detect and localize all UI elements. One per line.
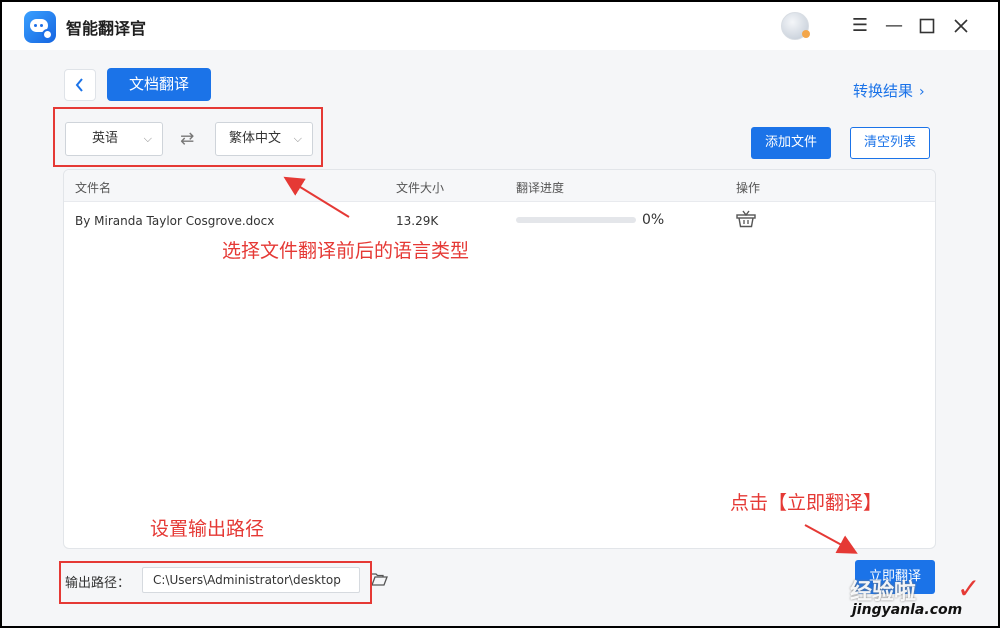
chevron-right-icon: › bbox=[919, 84, 925, 100]
maximize-icon[interactable] bbox=[915, 14, 939, 38]
user-avatar[interactable] bbox=[781, 12, 810, 40]
file-size-cell: 13.29K bbox=[396, 214, 439, 228]
conversion-result-link[interactable]: 转换结果 › bbox=[853, 80, 925, 101]
minimize-icon[interactable]: — bbox=[882, 14, 906, 38]
header-operation: 操作 bbox=[736, 181, 761, 195]
menu-icon[interactable]: ☰ bbox=[848, 14, 872, 38]
close-icon[interactable] bbox=[949, 14, 973, 38]
chevron-left-icon bbox=[75, 78, 83, 92]
header-file-size: 文件大小 bbox=[396, 181, 445, 195]
tab-document-translate[interactable]: 文档翻译 bbox=[107, 68, 211, 101]
add-file-button[interactable]: 添加文件 bbox=[751, 127, 831, 159]
annotation-box-path bbox=[59, 561, 372, 604]
header-file-name: 文件名 bbox=[75, 181, 112, 195]
folder-open-icon[interactable] bbox=[370, 571, 388, 587]
watermark-check-icon: ✓ bbox=[957, 572, 981, 605]
delete-basket-icon[interactable] bbox=[736, 210, 756, 228]
annotation-path-note: 设置输出路径 bbox=[150, 518, 265, 540]
app-window: 智能翻译官 ☰ — 文档翻译 转换结果 › 英语 ⌵ ⇄ 繁体中文 ⌵ 添加文件 … bbox=[2, 2, 998, 626]
annotation-language-note: 选择文件翻译前后的语言类型 bbox=[222, 240, 470, 262]
title-bar: 智能翻译官 ☰ — bbox=[2, 2, 998, 50]
progress-bar bbox=[516, 217, 636, 223]
app-logo-icon bbox=[24, 11, 56, 43]
file-name-cell: By Miranda Taylor Cosgrove.docx bbox=[75, 214, 275, 228]
progress-percent: 0% bbox=[642, 212, 665, 228]
annotation-box-language bbox=[53, 107, 323, 167]
table-header: 文件名 文件大小 翻译进度 操作 bbox=[64, 170, 935, 202]
annotation-click-note: 点击【立即翻译】 bbox=[730, 492, 883, 514]
app-title: 智能翻译官 bbox=[66, 19, 147, 38]
conversion-result-label: 转换结果 bbox=[853, 82, 914, 100]
back-button[interactable] bbox=[64, 69, 96, 101]
clear-list-button[interactable]: 清空列表 bbox=[850, 127, 930, 159]
watermark-url: jingyanla.com bbox=[852, 602, 963, 618]
header-progress: 翻译进度 bbox=[516, 181, 565, 195]
